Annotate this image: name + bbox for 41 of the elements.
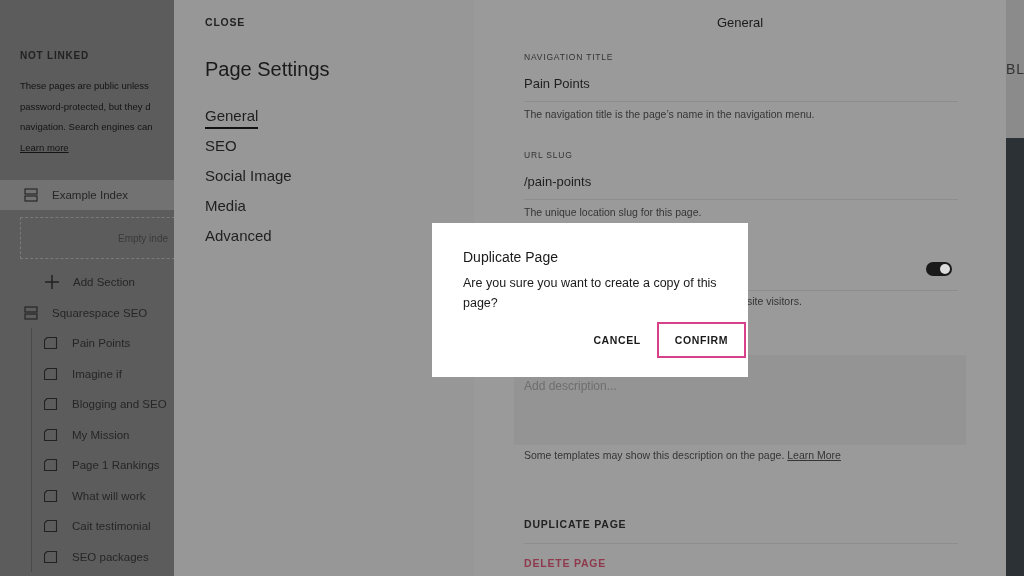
plus-icon xyxy=(45,275,59,290)
field-label: NAVIGATION TITLE xyxy=(524,52,614,62)
field-label: URL SLUG xyxy=(524,150,573,160)
text-field[interactable]: /pain-points xyxy=(524,160,958,200)
text-field[interactable]: Pain Points xyxy=(524,62,958,102)
settings-tab[interactable]: General xyxy=(205,107,259,129)
settings-tab[interactable]: Media xyxy=(205,197,246,219)
learn-more-link[interactable]: Learn more xyxy=(20,137,69,158)
dialog-title: Duplicate Page xyxy=(463,249,559,265)
learn-more-link[interactable]: Learn More xyxy=(787,449,841,461)
confirm-button[interactable]: CONFIRM xyxy=(656,322,746,358)
field-hint: The unique location slug for this page. xyxy=(524,206,702,218)
panel-title: General xyxy=(716,15,764,30)
close-link[interactable]: CLOSE xyxy=(205,16,246,28)
toggle-switch[interactable] xyxy=(926,262,952,276)
description-text: password-protected, but they d xyxy=(20,99,151,114)
section-icon xyxy=(24,305,38,320)
description-text: navigation. Search engines can xyxy=(20,120,153,134)
section-icon xyxy=(24,187,38,202)
section-item[interactable]: Example Index xyxy=(0,179,174,210)
description-text: These pages are public unless xyxy=(20,79,149,93)
panel-title: Page Settings xyxy=(205,58,330,81)
background-heading: BL xyxy=(1006,61,1024,77)
settings-tab[interactable]: Advanced xyxy=(205,227,272,249)
page-icon xyxy=(44,366,58,381)
page-icon xyxy=(44,488,58,503)
page-icon xyxy=(44,336,58,351)
field-hint: site visitors. xyxy=(747,295,802,307)
duplicate-page-link[interactable]: DUPLICATE PAGE xyxy=(524,505,958,544)
dialog-message: Are you sure you want to create a copy of this page? xyxy=(463,275,718,312)
field-hint: Some templates may show this description on the page. Learn More xyxy=(524,449,841,461)
page-icon xyxy=(44,427,58,442)
section-heading: NOT LINKED xyxy=(20,50,91,61)
page-icon xyxy=(44,397,58,412)
page-icon xyxy=(44,549,58,564)
field-hint: The navigation title is the page’s name in the navigation menu. xyxy=(524,108,815,120)
settings-tab[interactable]: Social Image xyxy=(205,167,292,189)
page-icon xyxy=(44,519,58,534)
page-icon xyxy=(44,458,58,473)
delete-page-link[interactable]: DELETE PAGE xyxy=(524,544,958,569)
settings-tab[interactable]: SEO xyxy=(205,137,237,159)
